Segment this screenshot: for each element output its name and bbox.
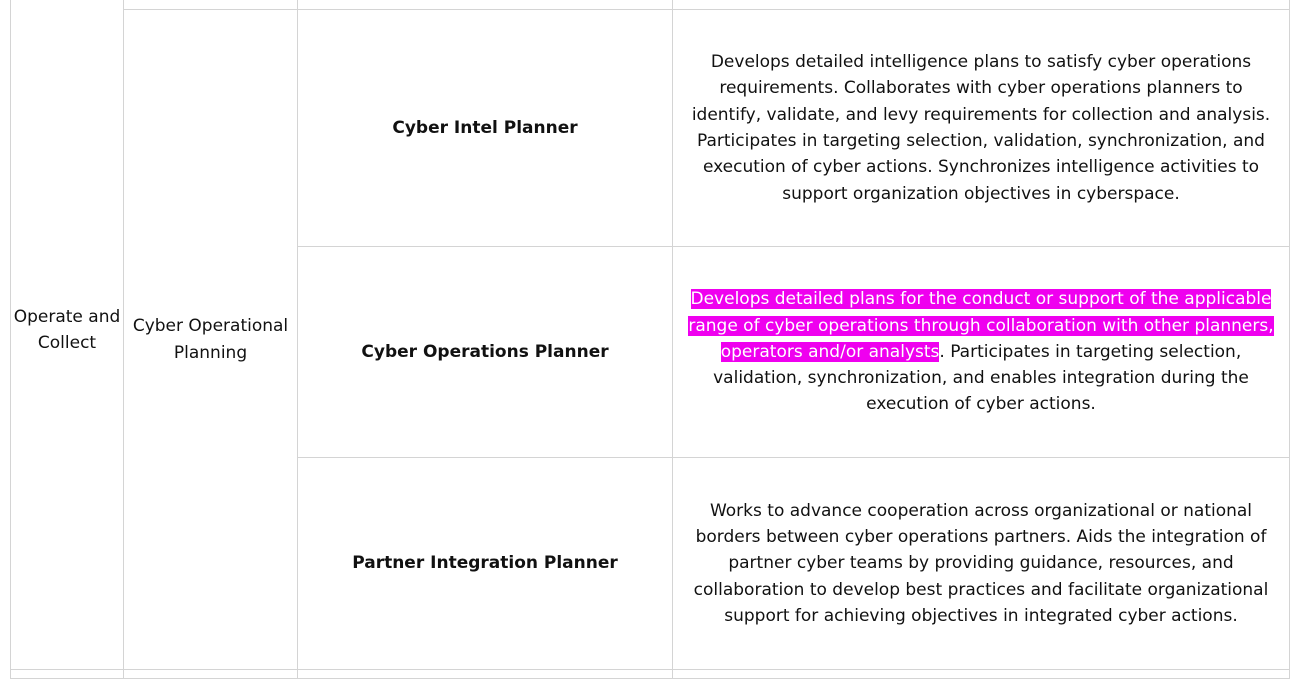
role-title-cell: Partner Integration Planner	[297, 457, 673, 670]
specialty-area-cell: Cyber Operational Planning	[123, 9, 298, 670]
role-title-cell-previous	[297, 0, 673, 10]
category-cell-next	[10, 669, 124, 679]
work-roles-table: Operate and Collect Cyber Operational Pl…	[10, 0, 1290, 679]
role-description-partner-integration-planner: Works to advance cooperation across orga…	[693, 500, 1269, 626]
role-title-cyber-operations-planner: Cyber Operations Planner	[361, 341, 609, 362]
role-description-cell: Works to advance cooperation across orga…	[672, 457, 1290, 670]
role-description-cell-previous	[672, 0, 1290, 10]
table-row: Cyber Operational Planning Cyber Intel P…	[11, 9, 1290, 670]
role-title-cell: Cyber Intel Planner	[297, 9, 673, 247]
role-title-cell: Cyber Operations Planner	[297, 246, 673, 458]
role-description-cyber-intel-planner: Develops detailed intelligence plans to …	[691, 52, 1271, 204]
role-title-partner-integration-planner: Partner Integration Planner	[352, 553, 618, 574]
specialty-area-cell-previous	[123, 0, 298, 10]
category-cell: Operate and Collect	[10, 0, 124, 670]
category-label: Operate and Collect	[13, 306, 121, 353]
role-title-cyber-intel-planner: Cyber Intel Planner	[392, 117, 578, 138]
specialty-area-cell-next	[123, 669, 298, 679]
table-row: Operate and Collect	[10, 0, 1290, 670]
role-description-cell: Develops detailed plans for the conduct …	[672, 246, 1290, 458]
role-description-cell-next	[672, 669, 1290, 679]
specialty-area-label: Cyber Operational Planning	[132, 316, 289, 363]
role-title-cell-next	[297, 669, 673, 679]
work-roles-table-container: Operate and Collect Cyber Operational Pl…	[10, 0, 1290, 690]
role-description-cell: Develops detailed intelligence plans to …	[672, 9, 1290, 247]
table-row	[10, 669, 1290, 679]
